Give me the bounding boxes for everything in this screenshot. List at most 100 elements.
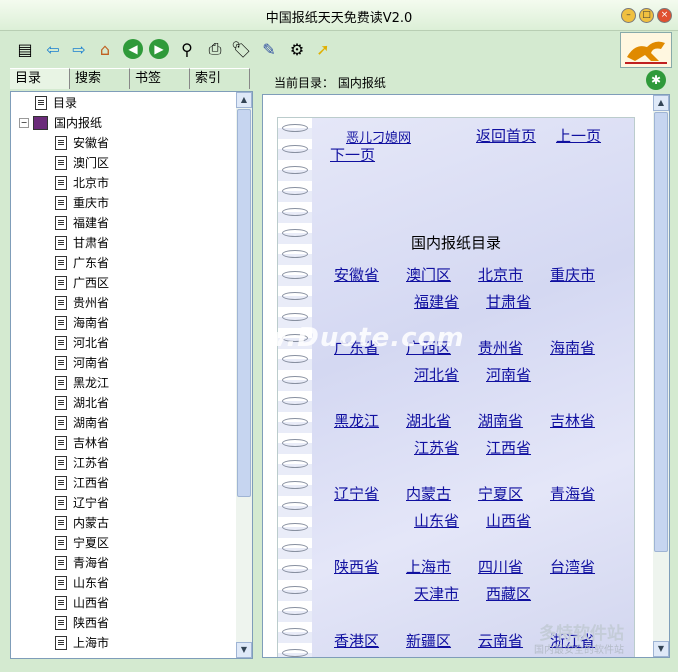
tree-item-label: 内蒙古 bbox=[73, 516, 110, 530]
province-link[interactable]: 新疆区 bbox=[406, 630, 451, 651]
province-link[interactable]: 湖南省 bbox=[478, 410, 523, 431]
tree-item[interactable]: 山东省 bbox=[55, 573, 109, 593]
nav-back-icon[interactable]: ◀ bbox=[123, 39, 143, 59]
tree-scrollbar[interactable]: ▲ ▼ bbox=[236, 92, 252, 658]
province-link[interactable]: 西藏区 bbox=[486, 583, 531, 604]
province-link[interactable]: 重庆市 bbox=[550, 264, 595, 285]
province-link[interactable]: 山东省 bbox=[414, 510, 459, 531]
province-link[interactable]: 云南省 bbox=[478, 630, 523, 651]
content-scroll-down-icon[interactable]: ▼ bbox=[653, 641, 669, 657]
tree-item[interactable]: 青海省 bbox=[55, 553, 109, 573]
forward-arrow-icon[interactable]: ⇨ bbox=[68, 38, 90, 60]
tree-item[interactable]: 辽宁省 bbox=[55, 493, 109, 513]
nav-forward-icon[interactable]: ▶ bbox=[149, 39, 169, 59]
province-link[interactable]: 吉林省 bbox=[550, 410, 595, 431]
province-link[interactable]: 河北省 bbox=[414, 364, 459, 385]
pointer-icon[interactable]: ➚ bbox=[312, 38, 334, 60]
province-link[interactable]: 贵州省 bbox=[478, 337, 523, 358]
province-link[interactable]: 黑龙江 bbox=[334, 410, 379, 431]
tree-item[interactable]: 贵州省 bbox=[55, 293, 109, 313]
province-link[interactable]: 北京市 bbox=[478, 264, 523, 285]
home-link[interactable]: 返回首页 bbox=[476, 125, 536, 146]
province-link[interactable]: 宁夏区 bbox=[478, 483, 523, 504]
province-link[interactable]: 辽宁省 bbox=[334, 483, 379, 504]
tree-item[interactable]: 陕西省 bbox=[55, 613, 109, 633]
tab-index[interactable]: 索引 bbox=[190, 68, 250, 89]
spiral-ring bbox=[282, 502, 308, 510]
toc-icon[interactable]: ▤ bbox=[14, 38, 36, 60]
prev-page-link[interactable]: 上一页 bbox=[556, 125, 601, 146]
province-link[interactable]: 澳门区 bbox=[406, 264, 451, 285]
tree-item[interactable]: 湖北省 bbox=[55, 393, 109, 413]
bookmark-icon[interactable]: 🏷 bbox=[230, 38, 252, 60]
scroll-thumb[interactable] bbox=[237, 109, 251, 497]
tree-item[interactable]: 吉林省 bbox=[55, 433, 109, 453]
tree-item[interactable]: 广东省 bbox=[55, 253, 109, 273]
tree-item[interactable]: 甘肃省 bbox=[55, 233, 109, 253]
tree-item[interactable]: 山西省 bbox=[55, 593, 109, 613]
tree-item[interactable]: 江西省 bbox=[55, 473, 109, 493]
province-link[interactable]: 四川省 bbox=[478, 556, 523, 577]
tree-item[interactable]: 江苏省 bbox=[55, 453, 109, 473]
tree-item[interactable]: 黑龙江 bbox=[55, 373, 109, 393]
tab-bookmarks[interactable]: 书签 bbox=[130, 68, 190, 89]
content-scroll-thumb[interactable] bbox=[654, 112, 668, 552]
document-icon bbox=[55, 316, 67, 330]
tree-item[interactable]: 河北省 bbox=[55, 333, 109, 353]
tree-item[interactable]: 澳门区 bbox=[55, 153, 109, 173]
tree-item[interactable]: 河南省 bbox=[55, 353, 109, 373]
content-scrollbar[interactable]: ▲ ▼ bbox=[653, 95, 669, 657]
home-icon[interactable]: ⌂ bbox=[94, 38, 116, 60]
scroll-down-icon[interactable]: ▼ bbox=[236, 642, 252, 658]
find-icon[interactable]: ⚲ bbox=[176, 38, 198, 60]
tree-item[interactable]: 上海市 bbox=[55, 633, 109, 653]
home-circle-icon[interactable]: ✱ bbox=[646, 70, 666, 90]
tree-item[interactable]: 宁夏区 bbox=[55, 533, 109, 553]
print-icon[interactable]: ⎙ bbox=[204, 38, 226, 60]
province-link[interactable]: 海南省 bbox=[550, 337, 595, 358]
province-link[interactable]: 台湾省 bbox=[550, 556, 595, 577]
province-link[interactable]: 安徽省 bbox=[334, 264, 379, 285]
province-link[interactable]: 香港区 bbox=[334, 630, 379, 651]
province-link[interactable]: 青海省 bbox=[550, 483, 595, 504]
tree-item[interactable]: 安徽省 bbox=[55, 133, 109, 153]
window-title: 中国报纸天天免费读V2.0 bbox=[265, 11, 413, 26]
spiral-ring bbox=[282, 271, 308, 279]
tree-item[interactable]: 内蒙古 bbox=[55, 513, 109, 533]
tree-item[interactable]: 湖南省 bbox=[55, 413, 109, 433]
tree-item[interactable]: 重庆市 bbox=[55, 193, 109, 213]
province-link[interactable]: 内蒙古 bbox=[406, 483, 451, 504]
tree-item[interactable]: 广西区 bbox=[55, 273, 109, 293]
province-link[interactable]: 湖北省 bbox=[406, 410, 451, 431]
back-arrow-icon[interactable]: ⇦ bbox=[42, 38, 64, 60]
collapse-icon[interactable]: − bbox=[19, 118, 29, 128]
province-link[interactable]: 江苏省 bbox=[414, 437, 459, 458]
maximize-button[interactable]: □ bbox=[639, 8, 654, 23]
tree-item[interactable]: 海南省 bbox=[55, 313, 109, 333]
province-link[interactable]: 山西省 bbox=[486, 510, 531, 531]
close-button[interactable]: × bbox=[657, 8, 672, 23]
province-link[interactable]: 江西省 bbox=[486, 437, 531, 458]
minimize-button[interactable]: – bbox=[621, 8, 636, 23]
tree-root[interactable]: 目录 bbox=[35, 93, 77, 113]
tab-contents[interactable]: 目录 bbox=[10, 68, 70, 89]
watermark-text: www.Duote.com bbox=[263, 323, 465, 353]
province-link[interactable]: 天津市 bbox=[414, 583, 459, 604]
province-link[interactable]: 上海市 bbox=[406, 556, 451, 577]
tree-item-label: 湖北省 bbox=[73, 396, 110, 410]
province-link[interactable]: 陕西省 bbox=[334, 556, 379, 577]
document-icon bbox=[55, 516, 67, 530]
tree-folder[interactable]: − 国内报纸 bbox=[19, 113, 102, 133]
scroll-up-icon[interactable]: ▲ bbox=[236, 92, 252, 108]
next-page-link[interactable]: 下一页 bbox=[330, 144, 375, 165]
settings-icon[interactable]: ⚙ bbox=[286, 38, 308, 60]
province-link[interactable]: 河南省 bbox=[486, 364, 531, 385]
tree-item[interactable]: 北京市 bbox=[55, 173, 109, 193]
content-scroll-up-icon[interactable]: ▲ bbox=[653, 95, 669, 111]
province-link[interactable]: 福建省 bbox=[414, 291, 459, 312]
tab-search[interactable]: 搜索 bbox=[70, 68, 130, 89]
tree-item[interactable]: 福建省 bbox=[55, 213, 109, 233]
tools-icon[interactable]: ✎ bbox=[258, 38, 280, 60]
toolbar: ▤ ⇦ ⇨ ⌂ ◀ ▶ ⚲ ⎙ 🏷 ✎ ⚙ ➚ bbox=[0, 31, 678, 68]
province-link[interactable]: 甘肃省 bbox=[486, 291, 531, 312]
